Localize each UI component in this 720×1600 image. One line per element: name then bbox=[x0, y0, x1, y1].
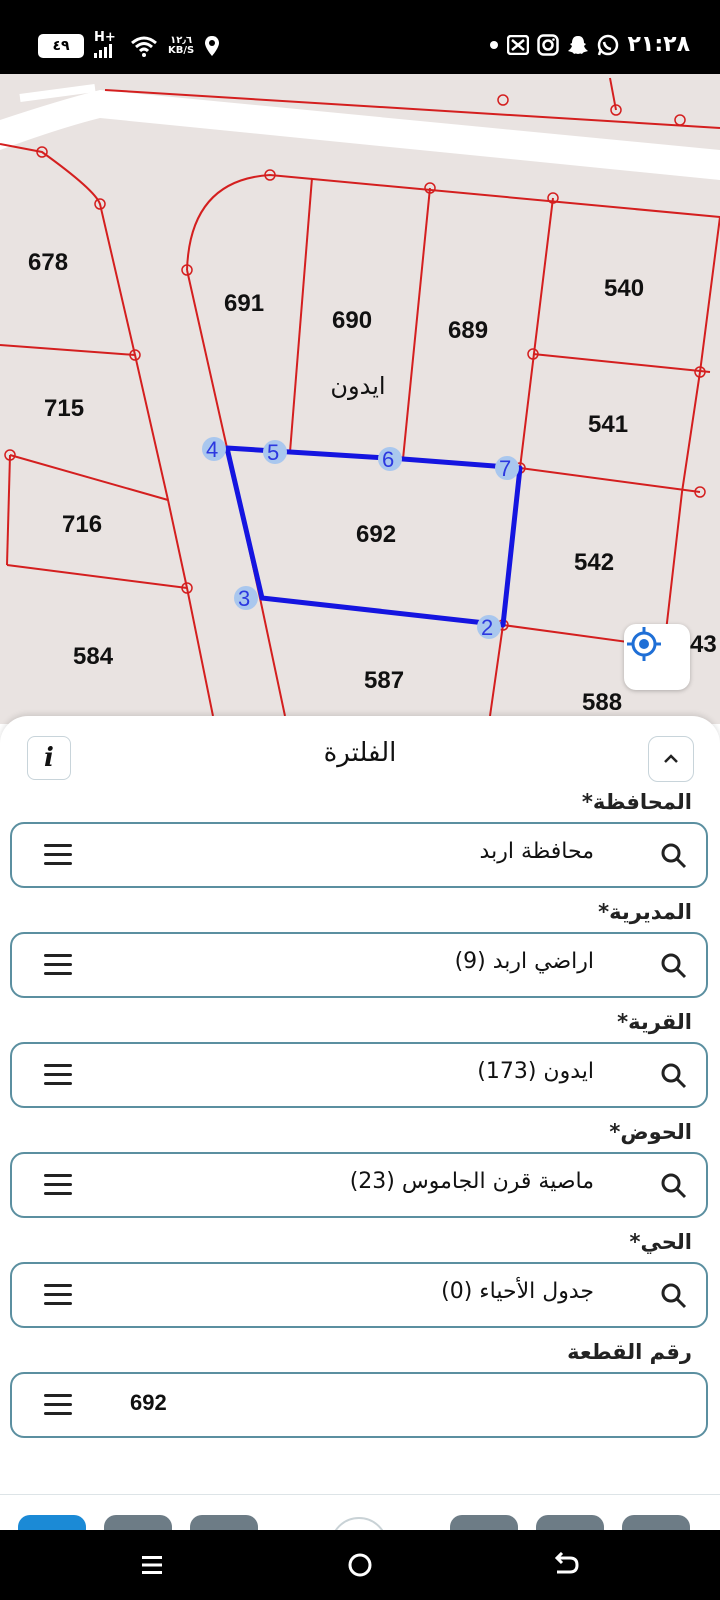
search-icon[interactable] bbox=[660, 1282, 688, 1310]
parcel-label: 692 bbox=[356, 521, 396, 548]
sheet-header: i الفلترة bbox=[0, 716, 720, 786]
toolbar-button[interactable] bbox=[18, 1515, 86, 1531]
toolbar-button[interactable] bbox=[536, 1515, 604, 1531]
parcel-label: 542 bbox=[574, 549, 614, 576]
vertex-label: 3 bbox=[238, 586, 250, 611]
governorate-field[interactable]: محافظة اربد bbox=[10, 822, 708, 888]
toolbar-button[interactable] bbox=[622, 1515, 690, 1531]
back-icon[interactable] bbox=[552, 1552, 580, 1578]
parcel-label: 678 bbox=[28, 249, 68, 276]
search-icon[interactable] bbox=[660, 952, 688, 980]
dot-icon bbox=[490, 40, 499, 49]
wifi-icon bbox=[131, 36, 157, 57]
instagram-icon bbox=[537, 33, 560, 56]
x-icon bbox=[507, 34, 530, 55]
chevron-up-icon bbox=[664, 754, 678, 763]
whatsapp-icon bbox=[598, 34, 619, 55]
clock: ٢١:٢٨ bbox=[627, 32, 690, 57]
search-icon[interactable] bbox=[660, 1172, 688, 1200]
crosshair-icon bbox=[627, 627, 661, 661]
network-type: H+ bbox=[94, 30, 116, 45]
snapchat-icon bbox=[568, 35, 589, 54]
village-label: القرية* bbox=[617, 1010, 692, 1034]
village-value: ايدون (173) bbox=[477, 1059, 594, 1084]
menu-icon[interactable] bbox=[44, 844, 72, 866]
data-rate: ١٢٫٦ KB/S bbox=[168, 35, 195, 56]
menu-icon[interactable] bbox=[44, 1174, 72, 1196]
village-field[interactable]: ايدون (173) bbox=[10, 1042, 708, 1108]
parcel-number-value[interactable]: 692 bbox=[130, 1390, 167, 1416]
road bbox=[0, 90, 720, 180]
bottom-toolbar bbox=[0, 1494, 720, 1531]
parcel-label: 715 bbox=[44, 395, 84, 422]
vertex-label: 6 bbox=[382, 447, 394, 472]
village-label: ايدون bbox=[330, 372, 385, 400]
neighborhood-value: جدول الأحياء (0) bbox=[441, 1279, 594, 1304]
menu-icon[interactable] bbox=[44, 954, 72, 976]
basin-label: الحوض* bbox=[609, 1120, 692, 1144]
signal-icon: H+ bbox=[94, 31, 120, 58]
recents-icon[interactable] bbox=[140, 1553, 164, 1577]
status-bar: ٤٩ H+ ١٢٫٦ KB/S ٢١:٢٨ bbox=[0, 0, 720, 74]
parcel-labels: 678 691 690 689 540 715 541 716 692 542 … bbox=[28, 249, 717, 716]
sheet-title: الفلترة bbox=[323, 738, 397, 768]
battery-icon: ٤٩ bbox=[38, 34, 84, 58]
map-view[interactable]: 4 5 6 7 3 2 678 691 690 689 540 715 541 … bbox=[0, 74, 720, 724]
governorate-label: المحافظة* bbox=[581, 790, 692, 814]
parcel-label: 584 bbox=[73, 643, 114, 670]
my-location-button[interactable] bbox=[624, 624, 690, 690]
neighborhood-label: الحي* bbox=[629, 1230, 692, 1254]
parcel-label: 690 bbox=[332, 307, 372, 334]
search-icon[interactable] bbox=[660, 1062, 688, 1090]
toolbar-button[interactable] bbox=[450, 1515, 518, 1531]
parcel-label: 43 bbox=[690, 631, 717, 658]
menu-icon[interactable] bbox=[44, 1064, 72, 1086]
system-nav-bar bbox=[0, 1530, 720, 1600]
parcel-label: 588 bbox=[582, 689, 622, 716]
vertex-label: 2 bbox=[481, 615, 493, 640]
location-icon bbox=[205, 36, 220, 56]
menu-icon[interactable] bbox=[44, 1284, 72, 1306]
directorate-label: المديرية* bbox=[598, 900, 692, 924]
toolbar-button[interactable] bbox=[104, 1515, 172, 1531]
parcel-number-label: رقم القطعة bbox=[567, 1340, 692, 1364]
home-icon[interactable] bbox=[346, 1551, 374, 1579]
parcel-label: 587 bbox=[364, 667, 404, 694]
toolbar-center-button[interactable] bbox=[330, 1517, 388, 1531]
directorate-field[interactable]: اراضي اربد (9) bbox=[10, 932, 708, 998]
governorate-value: محافظة اربد bbox=[479, 839, 594, 864]
basin-value: ماصية قرن الجاموس (23) bbox=[349, 1169, 594, 1194]
parcel-number-field[interactable]: 692 bbox=[10, 1372, 708, 1438]
search-icon[interactable] bbox=[660, 842, 688, 870]
toolbar-button[interactable] bbox=[190, 1515, 258, 1531]
vertex-label: 4 bbox=[206, 437, 218, 462]
directorate-value: اراضي اربد (9) bbox=[454, 949, 594, 974]
parcel-label: 689 bbox=[448, 317, 488, 344]
cadastral-map[interactable]: 4 5 6 7 3 2 678 691 690 689 540 715 541 … bbox=[0, 74, 720, 724]
filter-sheet: i الفلترة المحافظة* محافظة اربد المديرية… bbox=[0, 716, 720, 1496]
vertex-label: 5 bbox=[267, 440, 279, 465]
parcel-label: 716 bbox=[62, 511, 102, 538]
neighborhood-field[interactable]: جدول الأحياء (0) bbox=[10, 1262, 708, 1328]
parcel-label: 540 bbox=[604, 275, 644, 302]
parcel-label: 691 bbox=[224, 290, 264, 317]
menu-icon[interactable] bbox=[44, 1394, 72, 1416]
basin-field[interactable]: ماصية قرن الجاموس (23) bbox=[10, 1152, 708, 1218]
vertex-label: 7 bbox=[499, 456, 511, 481]
parcel-label: 541 bbox=[588, 411, 628, 438]
collapse-button[interactable] bbox=[648, 736, 694, 782]
